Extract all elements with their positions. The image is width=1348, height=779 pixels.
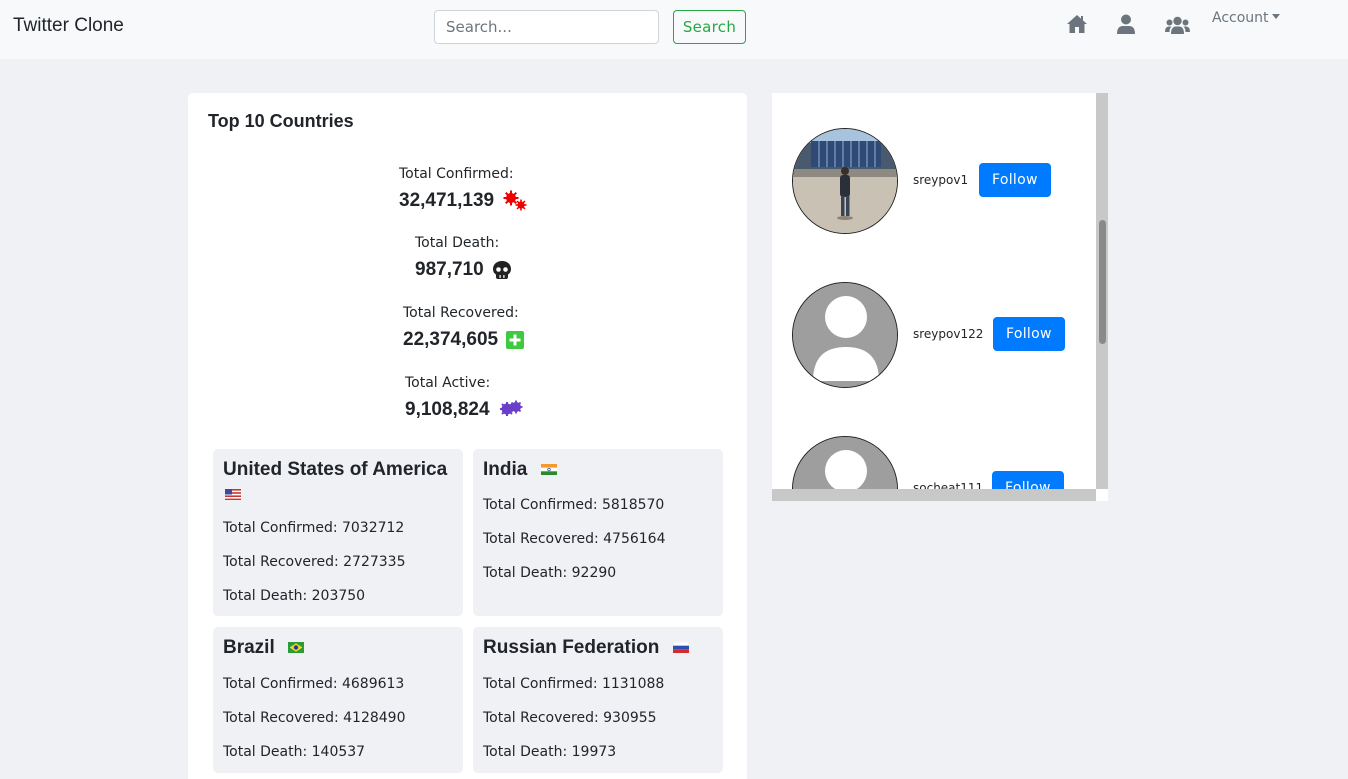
- country-name: Russian Federation: [483, 637, 660, 658]
- country-card-russia: Russian Federation Total Confirmed: 1131…: [473, 627, 723, 773]
- scrollbar-thumb[interactable]: [1099, 220, 1106, 344]
- brand-link[interactable]: Twitter Clone: [13, 15, 124, 37]
- country-name: United States of America: [223, 459, 448, 480]
- suggestions-panel: sreypov1 Follow sreypov122 Follow sochea…: [772, 93, 1108, 501]
- follow-button[interactable]: Follow: [979, 163, 1051, 197]
- follow-button[interactable]: Follow: [992, 471, 1064, 489]
- country-confirmed: Total Confirmed: 7032712: [223, 520, 405, 536]
- avatar[interactable]: [792, 128, 898, 234]
- suggestion-username[interactable]: socheat111: [913, 481, 983, 489]
- country-death: Total Death: 203750: [223, 588, 366, 604]
- vertical-scrollbar[interactable]: [1096, 93, 1108, 489]
- stat-value: 987,710: [415, 259, 484, 280]
- search-input[interactable]: [434, 10, 659, 44]
- user-icon[interactable]: [1117, 14, 1135, 35]
- country-confirmed: Total Confirmed: 4689613: [223, 676, 405, 692]
- avatar-photo: [793, 129, 897, 233]
- default-avatar-icon: [793, 283, 897, 387]
- top-countries-card: Top 10 Countries Total Confirmed: 32,471…: [188, 93, 747, 779]
- avatar[interactable]: [792, 282, 898, 388]
- country-name: India: [483, 459, 528, 480]
- total-active-stat: Total Active: 9,108,824: [405, 375, 524, 421]
- users-icon[interactable]: [1165, 16, 1190, 35]
- skull-icon: [492, 261, 511, 279]
- search-button[interactable]: Search: [673, 10, 746, 44]
- suggestion-username[interactable]: sreypov122: [913, 327, 983, 341]
- brazil-flag-icon: [288, 642, 305, 654]
- country-recovered: Total Recovered: 4128490: [223, 710, 406, 726]
- stat-value: 9,108,824: [405, 399, 490, 420]
- total-death-stat: Total Death: 987,710: [415, 235, 512, 281]
- account-label: Account: [1212, 10, 1269, 26]
- country-confirmed: Total Confirmed: 5818570: [483, 497, 665, 513]
- stat-value: 22,374,605: [403, 329, 499, 350]
- suggestions-list: sreypov1 Follow sreypov122 Follow sochea…: [772, 93, 1096, 489]
- stat-label: Total Active:: [405, 375, 491, 391]
- navbar: Twitter Clone Search Account: [0, 0, 1348, 59]
- country-confirmed: Total Confirmed: 1131088: [483, 676, 665, 692]
- india-flag-icon: [540, 464, 557, 476]
- stat-label: Total Death:: [415, 235, 500, 251]
- country-name: Brazil: [223, 637, 275, 658]
- country-recovered: Total Recovered: 2727335: [223, 554, 406, 570]
- home-icon[interactable]: [1066, 14, 1088, 34]
- russia-flag-icon: [672, 642, 689, 654]
- country-death: Total Death: 19973: [483, 744, 617, 760]
- chevron-down-icon: [1271, 14, 1280, 19]
- plus-icon: [506, 331, 525, 349]
- stat-value: 32,471,139: [399, 190, 495, 211]
- virus-icon: [503, 190, 527, 211]
- country-death: Total Death: 140537: [223, 744, 366, 760]
- account-dropdown[interactable]: Account: [1212, 10, 1280, 26]
- horizontal-scrollbar[interactable]: [772, 489, 1096, 501]
- stat-label: Total Recovered:: [403, 305, 519, 321]
- default-avatar-icon: [793, 437, 897, 489]
- country-card-brazil: Brazil Total Confirmed: 4689613 Total Re…: [213, 627, 463, 773]
- follow-button[interactable]: Follow: [993, 317, 1065, 351]
- country-death: Total Death: 92290: [483, 565, 617, 581]
- suggestion-username[interactable]: sreypov1: [913, 173, 968, 187]
- country-recovered: Total Recovered: 930955: [483, 710, 657, 726]
- country-card-usa: United States of America Total Confirmed…: [213, 449, 463, 616]
- total-confirmed-stat: Total Confirmed: 32,471,139: [399, 166, 528, 212]
- country-recovered: Total Recovered: 4756164: [483, 531, 666, 547]
- virus-active-icon: [499, 400, 523, 416]
- avatar[interactable]: [792, 436, 898, 489]
- page-title: Top 10 Countries: [208, 111, 354, 131]
- country-card-india: India Total Confirmed: 5818570 Total Rec…: [473, 449, 723, 616]
- stat-label: Total Confirmed:: [399, 166, 514, 182]
- us-flag-icon: [225, 489, 241, 500]
- total-recovered-stat: Total Recovered: 22,374,605: [403, 305, 525, 351]
